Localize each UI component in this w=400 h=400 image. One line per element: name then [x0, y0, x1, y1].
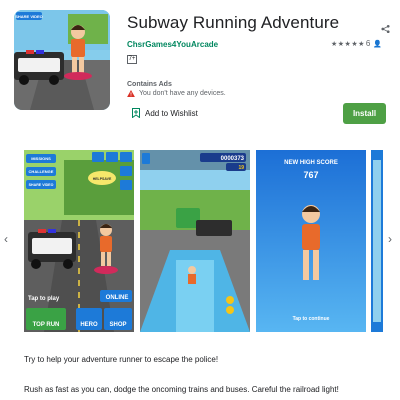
shop-button: SHOP	[109, 322, 126, 328]
score-readout: 0000373	[221, 156, 245, 162]
gallery-prev-icon[interactable]: ‹	[4, 232, 8, 246]
app-detail-page: SHARE VIDEO Subway Running Adventure Chs…	[0, 0, 400, 400]
description-line-2: Rush as fast as you can, dodge the oncom…	[24, 385, 339, 394]
help-sign: HELPSAVE	[93, 177, 112, 181]
new-high-score-header: NEW HIGH SCORE	[284, 160, 338, 166]
tap-to-continue-label: Tap to continue	[293, 316, 330, 322]
hero-button: HERO	[80, 322, 98, 328]
gallery-next-icon[interactable]: ›	[388, 232, 392, 246]
share-video-button: SHARE VIDEO	[29, 183, 54, 187]
share-icon[interactable]	[381, 24, 390, 34]
install-button[interactable]: Install	[343, 103, 386, 124]
top-run-button: TOP RUN	[33, 322, 60, 328]
challenge-button: CHALLENGE	[29, 169, 54, 174]
screenshot-3[interactable]: NEW HIGH SCORE 767 Tap to continue	[256, 150, 366, 332]
missions-button: MISSIONS	[31, 156, 51, 161]
developer-link[interactable]: ChsrGames4You	[127, 40, 191, 49]
category-link[interactable]: Arcade	[191, 40, 218, 49]
contains-ads-label: Contains Ads	[127, 81, 172, 88]
screenshot-2[interactable]: 0000373 19	[140, 150, 250, 332]
online-button: ONLINE	[106, 295, 129, 301]
description-line-1: Try to help your adventure runner to esc…	[24, 355, 219, 364]
rating-count: 6	[365, 39, 371, 48]
screenshot-4[interactable]	[371, 150, 383, 332]
rating: ★★★★★ 6 👤	[331, 39, 382, 48]
tap-to-play-label: Tap to play	[28, 296, 60, 302]
screenshot-1[interactable]: MISSIONS CHALLENGE SHARE VIDEO HELPSAVE	[24, 150, 134, 332]
person-icon: 👤	[373, 40, 383, 48]
bookmark-icon	[132, 108, 140, 118]
coin-count: 19	[238, 165, 244, 171]
age-rating-badge: 7+	[127, 55, 137, 64]
wishlist-label: Add to Wishlist	[145, 108, 198, 118]
warning-icon	[127, 90, 135, 97]
add-to-wishlist-button[interactable]: Add to Wishlist	[132, 108, 198, 118]
app-icon: SHARE VIDEO	[14, 10, 110, 110]
app-title: Subway Running Adventure	[127, 13, 340, 32]
high-score-value: 767	[303, 170, 318, 180]
device-warning-text: You don't have any devices.	[139, 90, 226, 97]
device-warning: You don't have any devices.	[127, 90, 226, 97]
star-rating-icon: ★★★★★	[331, 40, 365, 48]
icon-badge-text: SHARE VIDEO	[15, 14, 43, 19]
